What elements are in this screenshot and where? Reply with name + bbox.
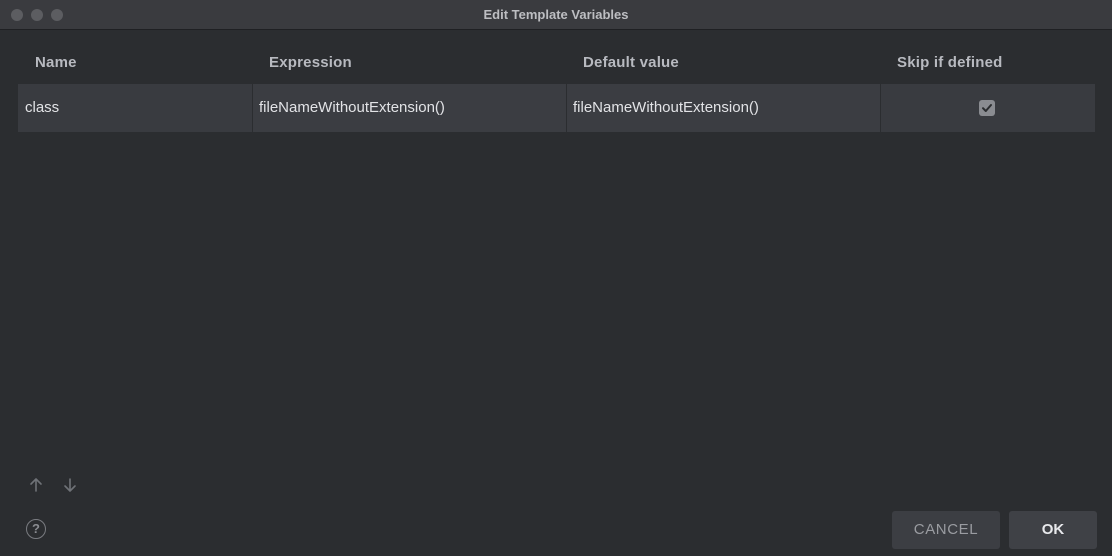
cell-expression[interactable]: fileNameWithoutExtension(): [253, 84, 566, 132]
move-up-button[interactable]: [27, 476, 45, 494]
ok-button[interactable]: OK: [1009, 511, 1097, 549]
cell-name[interactable]: class: [18, 84, 252, 132]
variables-table: Name Expression Default value Skip if de…: [18, 44, 1095, 133]
cell-default-value[interactable]: fileNameWithoutExtension(): [567, 84, 880, 132]
column-divider: [566, 84, 567, 132]
window-title: Edit Template Variables: [483, 7, 629, 22]
column-header-expression[interactable]: Expression: [269, 44, 352, 84]
cell-skip-if-defined: [881, 84, 1095, 132]
column-divider: [880, 84, 881, 132]
column-header-skip-if-defined[interactable]: Skip if defined: [897, 44, 1003, 84]
column-divider: [252, 84, 253, 132]
move-down-button[interactable]: [61, 476, 79, 494]
title-bar: Edit Template Variables: [0, 0, 1112, 30]
arrow-up-icon: [30, 478, 42, 492]
skip-if-defined-checkbox[interactable]: [979, 100, 995, 116]
help-icon: ?: [32, 521, 40, 536]
cancel-button[interactable]: CANCEL: [892, 511, 1000, 549]
table-header: Name Expression Default value Skip if de…: [18, 44, 1095, 84]
edit-template-variables-dialog: Edit Template Variables Name Expression …: [0, 0, 1112, 556]
column-header-default-value[interactable]: Default value: [583, 44, 679, 84]
column-header-name[interactable]: Name: [35, 44, 77, 84]
table-row[interactable]: class fileNameWithoutExtension() fileNam…: [18, 84, 1095, 133]
check-icon: [982, 104, 992, 112]
arrow-down-icon: [64, 478, 76, 492]
help-button[interactable]: ?: [26, 519, 46, 539]
